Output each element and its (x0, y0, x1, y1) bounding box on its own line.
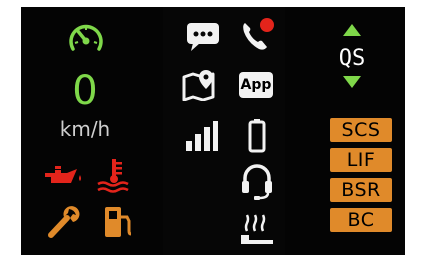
quickshifter-label: QS (338, 46, 366, 71)
coolant-temperature-icon (97, 159, 129, 193)
badge-lif: LIF (330, 148, 392, 172)
oil-pressure-icon (45, 166, 81, 183)
headset-icon (242, 164, 272, 200)
fuel-icon (105, 207, 132, 237)
speed-unit: km/h (59, 117, 111, 141)
badge-scs: SCS (330, 118, 392, 142)
arrow-up-icon (343, 24, 361, 36)
battery-icon (248, 119, 266, 153)
rider-aids-panel: QS SCS LIF BSR BC (299, 7, 405, 255)
badge-bsr: BSR (330, 178, 392, 202)
message-icon (187, 23, 219, 51)
speed-panel: 0 km/h (21, 7, 149, 255)
wrench-icon (48, 206, 80, 238)
app-icon: App (239, 72, 273, 98)
badge-bc: BC (330, 208, 392, 232)
signal-strength-icon (186, 121, 218, 151)
connectivity-panel: App (163, 7, 285, 255)
arrow-down-icon (343, 76, 361, 88)
dashboard-display: 0 km/h App QS SCS LIF BSR BC (21, 7, 405, 255)
speed-value: 0 (72, 68, 98, 114)
seat-heater-icon (241, 214, 273, 244)
speedometer-icon (69, 24, 103, 51)
map-navigation-icon (182, 70, 215, 101)
phone-call-icon (243, 18, 274, 50)
